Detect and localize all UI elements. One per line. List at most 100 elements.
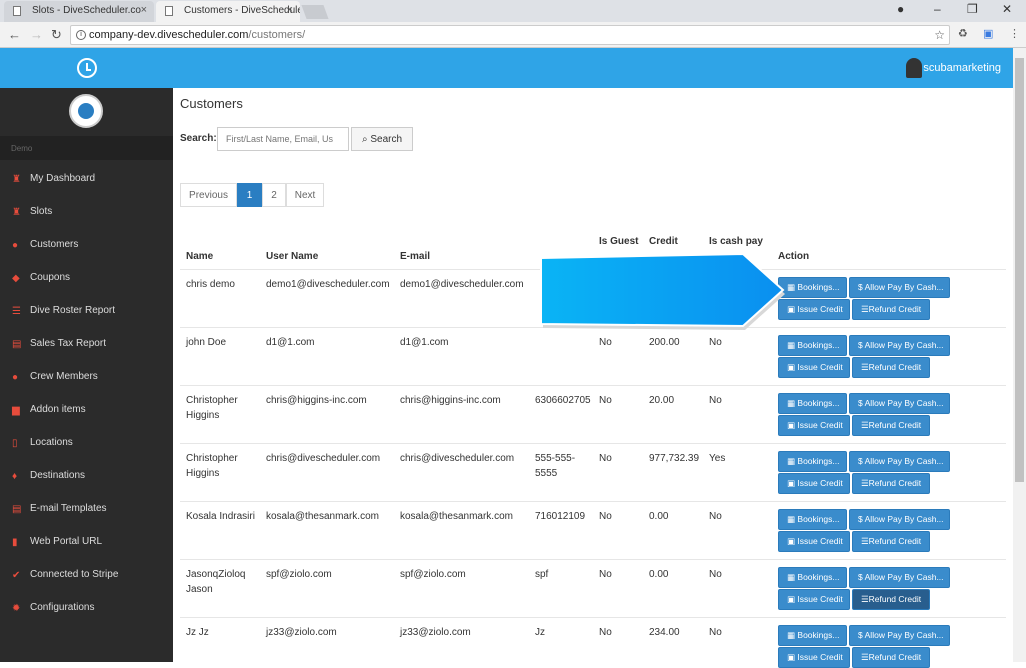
bookings-button[interactable]: ▦ Bookings... [778, 393, 847, 414]
info-icon[interactable]: i [76, 30, 86, 40]
cell-guest: No [599, 511, 612, 522]
star-icon[interactable]: ☆ [934, 28, 945, 42]
cell-phone: 716012109 [535, 511, 586, 522]
row-divider [180, 617, 1006, 618]
sidebar-item-slots[interactable]: ♜ Slots [0, 197, 173, 230]
sidebar-item-stripe[interactable]: ✔ Connected to Stripe [0, 560, 173, 593]
forward-icon[interactable]: → [30, 27, 43, 42]
sidebar-item-destinations[interactable]: ♦ Destinations [0, 461, 173, 494]
pager-page-2[interactable]: 2 [262, 183, 286, 207]
allow-pay-by-cash-button[interactable]: $ Allow Pay By Cash... [849, 567, 950, 588]
sidebar-item-addons[interactable]: ▆ Addon items [0, 395, 173, 428]
cell-cash: No [709, 337, 722, 348]
bookings-button[interactable]: ▦ Bookings... [778, 509, 847, 530]
top-header: scubamarketing [0, 48, 1013, 88]
list-icon: ☰ [861, 362, 869, 372]
issue-credit-button[interactable]: ▣ Issue Credit [778, 415, 850, 436]
username-link[interactable]: scubamarketing [923, 62, 1001, 74]
allow-pay-by-cash-button[interactable]: $ Allow Pay By Cash... [849, 393, 950, 414]
new-tab-button[interactable] [301, 5, 329, 19]
refund-credit-button[interactable]: ☰Refund Credit [852, 299, 930, 320]
pager-next[interactable]: Next [286, 183, 324, 207]
window-close-icon[interactable]: ✕ [1002, 2, 1012, 16]
bookings-button[interactable]: ▦ Bookings... [778, 451, 847, 472]
page-title: Customers [180, 96, 243, 111]
sidebar-item-configurations[interactable]: ✹ Configurations [0, 593, 173, 626]
sidebar-item-locations[interactable]: ▯ Locations [0, 428, 173, 461]
clock-icon[interactable] [77, 58, 97, 78]
scrollbar-thumb[interactable] [1015, 58, 1024, 482]
issue-credit-button[interactable]: ▣ Issue Credit [778, 473, 850, 494]
refund-credit-button[interactable]: ☰Refund Credit [852, 473, 930, 494]
allow-pay-by-cash-button[interactable]: $ Allow Pay By Cash... [849, 277, 950, 298]
issue-credit-button[interactable]: ▣ Issue Credit [778, 589, 850, 610]
menu-icon[interactable]: ⋮ [1009, 27, 1020, 40]
search-input[interactable] [217, 127, 349, 151]
cell-cash: No [709, 569, 722, 580]
company-logo[interactable] [69, 94, 103, 128]
allow-pay-by-cash-button[interactable]: $ Allow Pay By Cash... [849, 451, 950, 472]
profile-icon[interactable]: ● [897, 2, 904, 16]
issue-credit-button[interactable]: ▣ Issue Credit [778, 299, 850, 320]
sidebar-item-dashboard[interactable]: ♜ My Dashboard [0, 164, 173, 197]
sidebar-item-coupons[interactable]: ◆ Coupons [0, 263, 173, 296]
close-icon[interactable]: × [141, 4, 147, 16]
bookings-button[interactable]: ▦ Bookings... [778, 625, 847, 646]
allow-pay-by-cash-button[interactable]: $ Allow Pay By Cash... [849, 509, 950, 530]
list-icon: ☰ [12, 306, 21, 317]
search-button[interactable]: ⌕ Search [351, 127, 413, 151]
cell-phone: 6306602705 [535, 395, 591, 406]
cell-email: kosala@thesanmark.com [400, 511, 513, 522]
calendar-icon: ▦ [787, 340, 796, 350]
bookings-button[interactable]: ▦ Bookings... [778, 335, 847, 356]
close-icon[interactable]: × [287, 4, 293, 16]
reload-icon[interactable]: ↻ [51, 27, 62, 43]
issue-credit-button[interactable]: ▣ Issue Credit [778, 531, 850, 552]
check-icon: ✔ [12, 570, 21, 581]
refund-credit-button[interactable]: ☰Refund Credit [852, 589, 930, 610]
refund-credit-button[interactable]: ☰Refund Credit [852, 531, 930, 552]
dollar-icon: $ [858, 572, 863, 582]
avatar[interactable] [906, 58, 922, 78]
sidebar-item-sales-tax[interactable]: ▤ Sales Tax Report [0, 329, 173, 362]
allow-pay-by-cash-button[interactable]: $ Allow Pay By Cash... [849, 625, 950, 646]
sidebar-item-email-templates[interactable]: ▤ E-mail Templates [0, 494, 173, 527]
bookings-button[interactable]: ▦ Bookings... [778, 277, 847, 298]
cell-email: spf@ziolo.com [400, 569, 466, 580]
cell-credit: 200.00 [649, 337, 680, 348]
dollar-icon: $ [858, 340, 863, 350]
page-scrollbar[interactable] [1013, 48, 1026, 662]
cell-email: chris@divescheduler.com [400, 453, 515, 464]
cell-cash: No [709, 511, 722, 522]
allow-pay-by-cash-button[interactable]: $ Allow Pay By Cash... [849, 335, 950, 356]
cell-name: chris demo [186, 279, 235, 290]
refund-credit-button[interactable]: ☰Refund Credit [852, 415, 930, 436]
cast-icon[interactable]: ▣ [983, 27, 993, 40]
calendar-icon: ▦ [787, 514, 796, 524]
pager-previous[interactable]: Previous [180, 183, 237, 207]
url-field[interactable]: i company-dev.divescheduler.com/customers… [70, 25, 950, 45]
restore-icon[interactable]: ❐ [967, 2, 978, 16]
row-divider [180, 501, 1006, 502]
sidebar-item-dive-roster[interactable]: ☰ Dive Roster Report [0, 296, 173, 329]
pager-page-1[interactable]: 1 [237, 183, 262, 207]
refund-credit-button[interactable]: ☰Refund Credit [852, 647, 930, 668]
browser-tab-slots[interactable]: Slots - DiveScheduler.co × [4, 1, 154, 22]
dollar-icon: $ [858, 456, 863, 466]
issue-credit-button[interactable]: ▣ Issue Credit [778, 357, 850, 378]
sidebar-item-web-portal[interactable]: ▮ Web Portal URL [0, 527, 173, 560]
cell-email: jz33@ziolo.com [400, 627, 471, 638]
back-icon[interactable]: ← [8, 27, 21, 42]
gear-icon: ✹ [12, 603, 21, 614]
issue-credit-button[interactable]: ▣ Issue Credit [778, 647, 850, 668]
browser-tab-customers[interactable]: Customers - DiveSchedule × [156, 1, 300, 22]
minimize-icon[interactable]: – [934, 2, 941, 16]
cell-credit: 20.00 [649, 395, 675, 406]
extension-icon[interactable]: ♻ [958, 27, 968, 40]
refund-credit-button[interactable]: ☰Refund Credit [852, 357, 930, 378]
bookings-button[interactable]: ▦ Bookings... [778, 567, 847, 588]
sidebar-item-customers[interactable]: ● Customers [0, 230, 173, 263]
calendar-icon: ▦ [787, 398, 796, 408]
sidebar-item-crew[interactable]: ● Crew Members [0, 362, 173, 395]
dollar-icon: $ [858, 282, 863, 292]
